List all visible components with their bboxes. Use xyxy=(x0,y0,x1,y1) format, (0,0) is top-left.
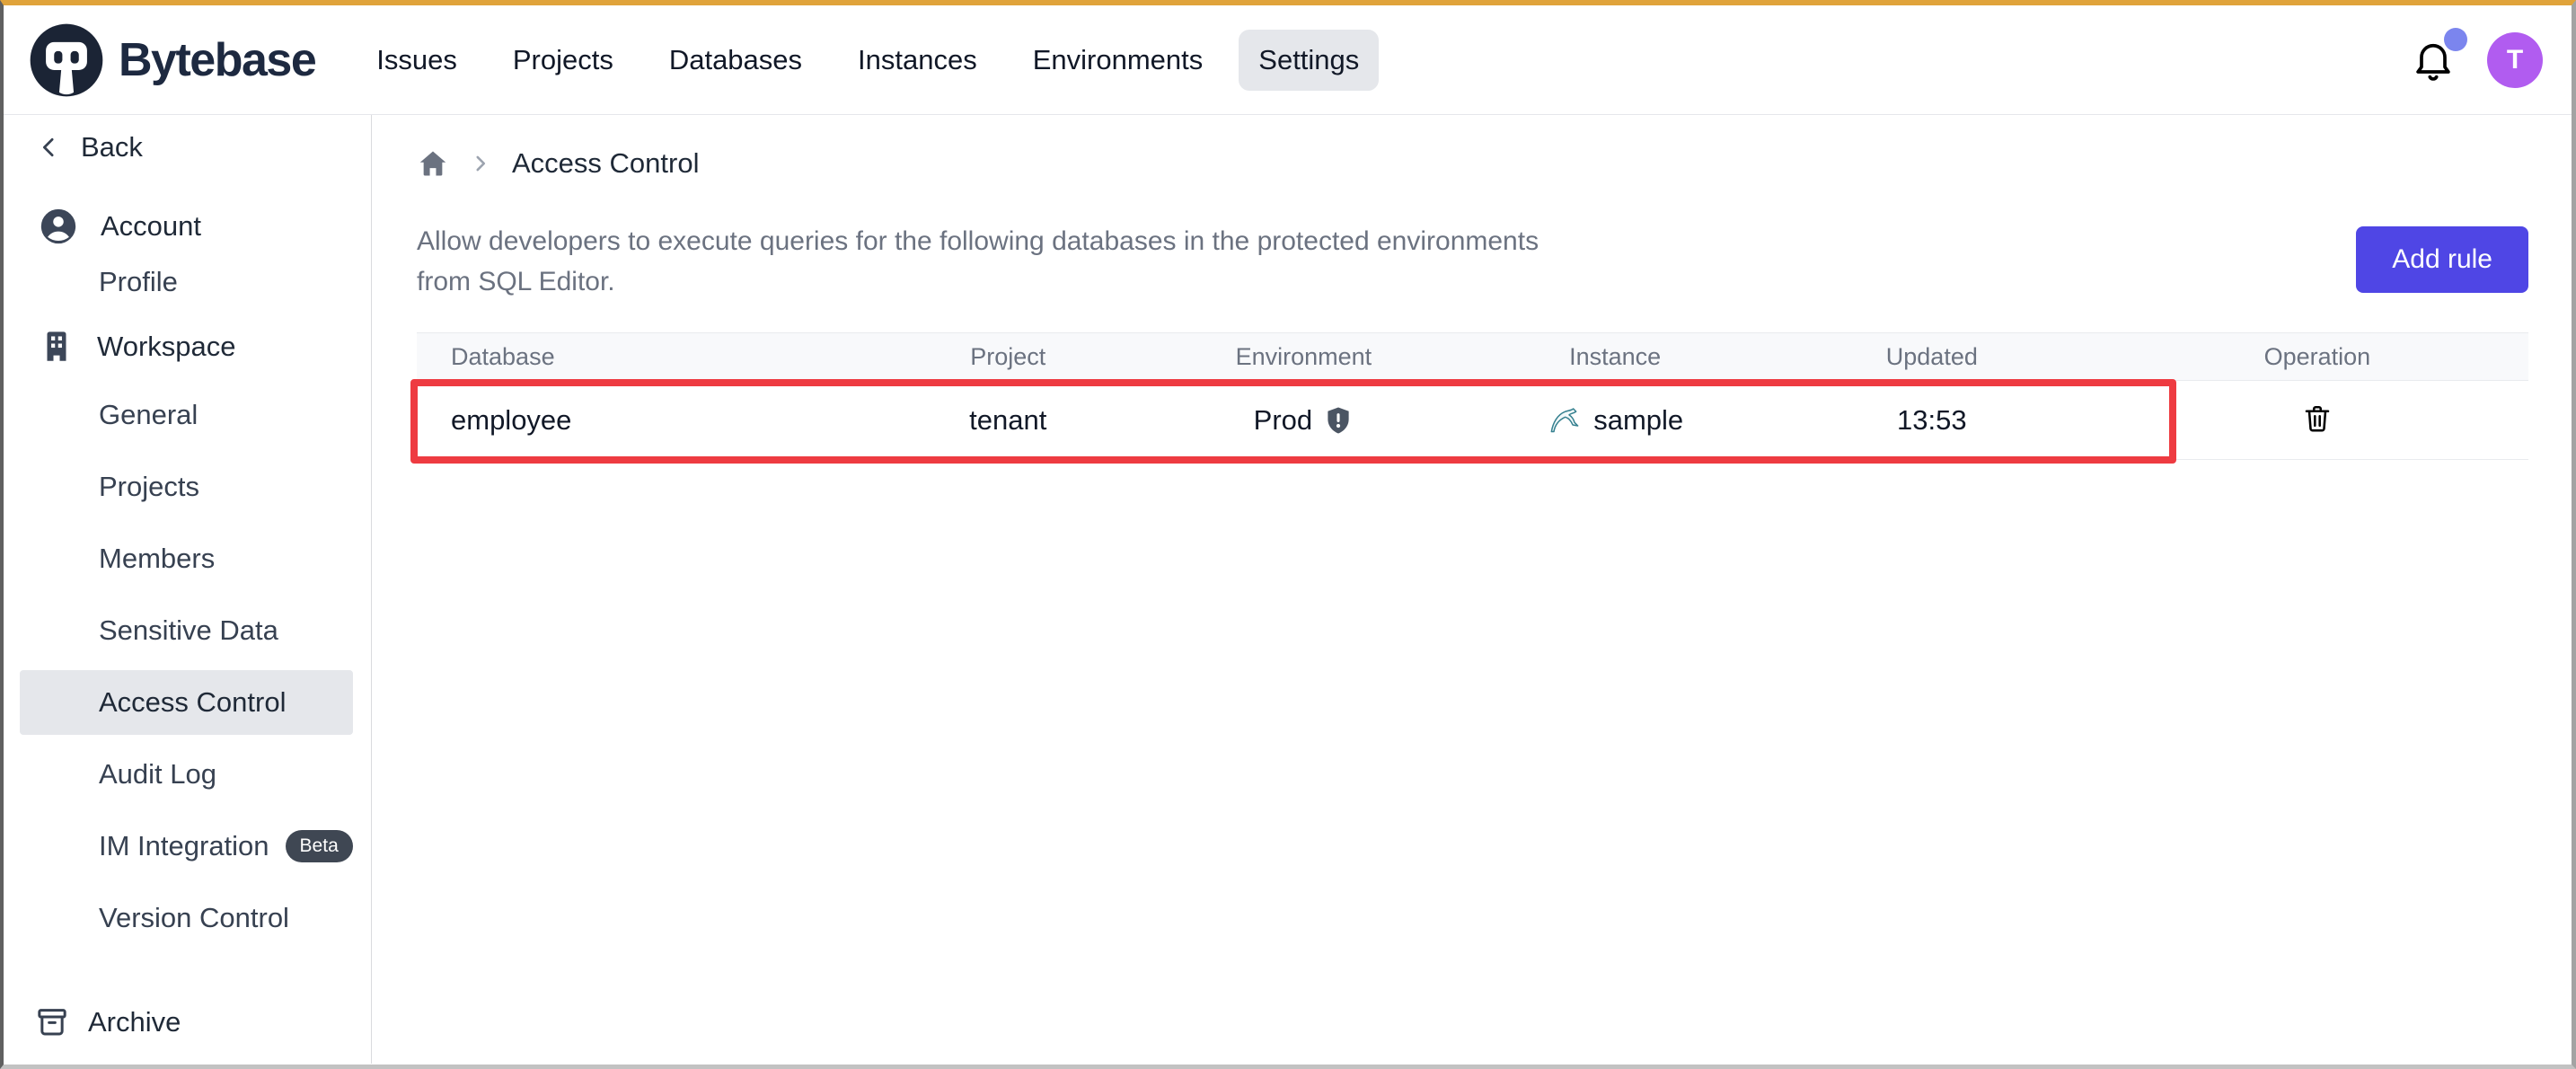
avatar-initial: T xyxy=(2507,45,2523,75)
column-header-project: Project xyxy=(881,343,1134,371)
workspace-item-list: General Projects Members Sensitive Data … xyxy=(4,379,371,954)
table-row: employee tenant Prod xyxy=(417,381,2528,460)
sidebar-item-label: General xyxy=(99,399,198,431)
access-control-page: Access Control Allow developers to execu… xyxy=(372,115,2572,1064)
sidebar-item-label: Profile xyxy=(99,266,178,298)
sidebar-item-access-control[interactable]: Access Control xyxy=(20,670,353,735)
column-header-database: Database xyxy=(417,343,881,371)
sidebar-item-label: Sensitive Data xyxy=(99,614,278,647)
sidebar-item-label: IM Integration xyxy=(99,830,269,862)
column-header-updated: Updated xyxy=(1758,343,2106,371)
cell-updated: 13:53 xyxy=(1758,404,2106,437)
column-header-operation: Operation xyxy=(2106,343,2528,371)
cell-project: tenant xyxy=(881,404,1134,437)
table-header-row: Database Project Environment Instance Up… xyxy=(417,332,2528,381)
breadcrumb-current: Access Control xyxy=(512,147,699,180)
delete-rule-button[interactable] xyxy=(2298,399,2337,438)
nav-item-issues[interactable]: Issues xyxy=(357,30,477,91)
cell-instance: sample xyxy=(1472,402,1757,438)
nav-item-environments[interactable]: Environments xyxy=(1013,30,1223,91)
beta-badge: Beta xyxy=(286,830,353,862)
nav-item-settings[interactable]: Settings xyxy=(1239,30,1379,91)
page-header-row: Allow developers to execute queries for … xyxy=(417,221,2528,302)
brand-name: Bytebase xyxy=(119,33,315,87)
mysql-dolphin-icon xyxy=(1547,402,1583,438)
main-nav: Issues Projects Databases Instances Envi… xyxy=(357,30,1379,91)
settings-sidebar: Back Account Profile xyxy=(4,115,372,1064)
notification-bell-icon[interactable] xyxy=(2410,35,2457,85)
chevron-right-icon xyxy=(469,152,492,175)
sidebar-item-archive[interactable]: Archive xyxy=(34,1004,181,1040)
cell-environment: Prod xyxy=(1134,404,1472,437)
sidebar-item-profile[interactable]: Profile xyxy=(4,248,371,316)
bytebase-logo-icon xyxy=(27,21,106,100)
sidebar-item-label: Access Control xyxy=(99,686,286,719)
notification-badge xyxy=(2444,28,2467,51)
cell-database: employee xyxy=(417,404,881,437)
user-circle-icon xyxy=(38,206,79,247)
nav-item-projects[interactable]: Projects xyxy=(493,30,633,91)
sidebar-item-general[interactable]: General xyxy=(4,379,371,451)
navbar-right: T xyxy=(2410,32,2543,88)
nav-item-instances[interactable]: Instances xyxy=(838,30,997,91)
building-icon xyxy=(38,328,75,366)
sidebar-section-workspace: Workspace xyxy=(4,325,371,368)
column-header-environment: Environment xyxy=(1134,343,1472,371)
sidebar-item-label: Members xyxy=(99,543,215,575)
section-account-label: Account xyxy=(101,210,201,243)
sidebar-item-sensitive-data[interactable]: Sensitive Data xyxy=(4,595,371,667)
instance-label: sample xyxy=(1593,404,1683,437)
sidebar-item-projects[interactable]: Projects xyxy=(4,451,371,523)
archive-label: Archive xyxy=(88,1006,181,1038)
column-header-instance: Instance xyxy=(1472,343,1757,371)
shield-exclamation-icon xyxy=(1323,405,1354,436)
home-icon[interactable] xyxy=(417,147,449,180)
access-rules-table: Database Project Environment Instance Up… xyxy=(417,332,2528,460)
bytebase-app-window: Bytebase Issues Projects Databases Insta… xyxy=(0,0,2576,1069)
user-avatar[interactable]: T xyxy=(2487,32,2543,88)
sidebar-item-label: Projects xyxy=(99,471,199,503)
back-label: Back xyxy=(81,131,143,163)
sidebar-section-account: Account xyxy=(4,205,371,248)
archive-box-icon xyxy=(34,1004,70,1040)
cell-operation xyxy=(2106,399,2528,442)
chevron-left-icon xyxy=(36,134,63,161)
sidebar-item-im-integration[interactable]: IM Integration Beta xyxy=(4,810,371,882)
bytebase-logo[interactable]: Bytebase xyxy=(27,21,315,100)
add-rule-button[interactable]: Add rule xyxy=(2356,226,2528,293)
sidebar-item-audit-log[interactable]: Audit Log xyxy=(4,738,371,810)
nav-item-databases[interactable]: Databases xyxy=(649,30,822,91)
top-navbar: Bytebase Issues Projects Databases Insta… xyxy=(4,5,2572,115)
back-button[interactable]: Back xyxy=(36,129,371,165)
environment-label: Prod xyxy=(1254,404,1312,437)
trash-icon xyxy=(2301,402,2333,435)
sidebar-item-label: Version Control xyxy=(99,902,289,934)
page-description: Allow developers to execute queries for … xyxy=(417,221,1566,302)
section-workspace-label: Workspace xyxy=(97,331,236,363)
breadcrumb: Access Control xyxy=(417,146,2528,181)
sidebar-item-members[interactable]: Members xyxy=(4,523,371,595)
sidebar-item-label: Audit Log xyxy=(99,758,216,791)
sidebar-item-version-control[interactable]: Version Control xyxy=(4,882,371,954)
